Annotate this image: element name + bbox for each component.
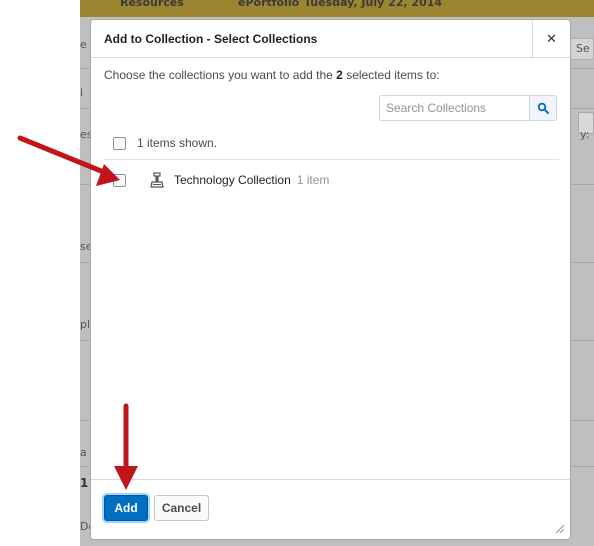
background-text: a (80, 446, 87, 459)
resize-grip-icon[interactable] (554, 523, 564, 533)
item-checkbox[interactable] (113, 173, 126, 187)
close-button[interactable]: ✕ (532, 20, 570, 58)
search-collections (379, 95, 557, 121)
instruction-prefix: Choose the collections you want to add t… (104, 68, 333, 82)
collection-item-count: 1 item (296, 173, 330, 187)
add-button[interactable]: Add (104, 495, 148, 521)
items-shown-label: 1 items shown. (137, 136, 218, 150)
collection-icon (150, 172, 164, 188)
background-text: Se (576, 42, 590, 55)
search-button[interactable] (529, 95, 557, 121)
cancel-button[interactable]: Cancel (154, 495, 209, 521)
dialog-title: Add to Collection - Select Collections (104, 32, 318, 46)
search-input[interactable] (379, 95, 529, 121)
background-text: y: (580, 128, 590, 141)
select-all-row: 1 items shown. (113, 134, 217, 152)
collection-name[interactable]: Technology Collection (174, 173, 291, 187)
add-to-collection-dialog: Add to Collection - Select Collections ✕… (90, 19, 571, 540)
background-text: i (80, 86, 84, 99)
instruction-suffix: selected items to: (346, 68, 440, 82)
close-icon: ✕ (546, 31, 557, 47)
dialog-header: Add to Collection - Select Collections ✕ (91, 20, 570, 58)
dialog-footer: Add Cancel (91, 479, 570, 539)
background-topbar-item: Resources (120, 0, 184, 9)
selected-count: 2 (336, 68, 343, 82)
background-top-bar: Resources ePortfolio Tuesday, July 22, 2… (80, 0, 594, 17)
background-text: e (80, 38, 87, 51)
list-item: Technology Collection 1 item (113, 170, 329, 190)
background-topbar-item: ePortfolio (238, 0, 300, 9)
background-topbar-item: Tuesday, July 22, 2014 (304, 0, 443, 9)
list-divider (104, 159, 559, 160)
background-text: 1 (80, 476, 89, 490)
dialog-instruction: Choose the collections you want to add t… (104, 68, 440, 82)
background-text: pl (80, 318, 91, 331)
select-all-checkbox[interactable] (113, 136, 126, 150)
search-icon (537, 102, 549, 114)
